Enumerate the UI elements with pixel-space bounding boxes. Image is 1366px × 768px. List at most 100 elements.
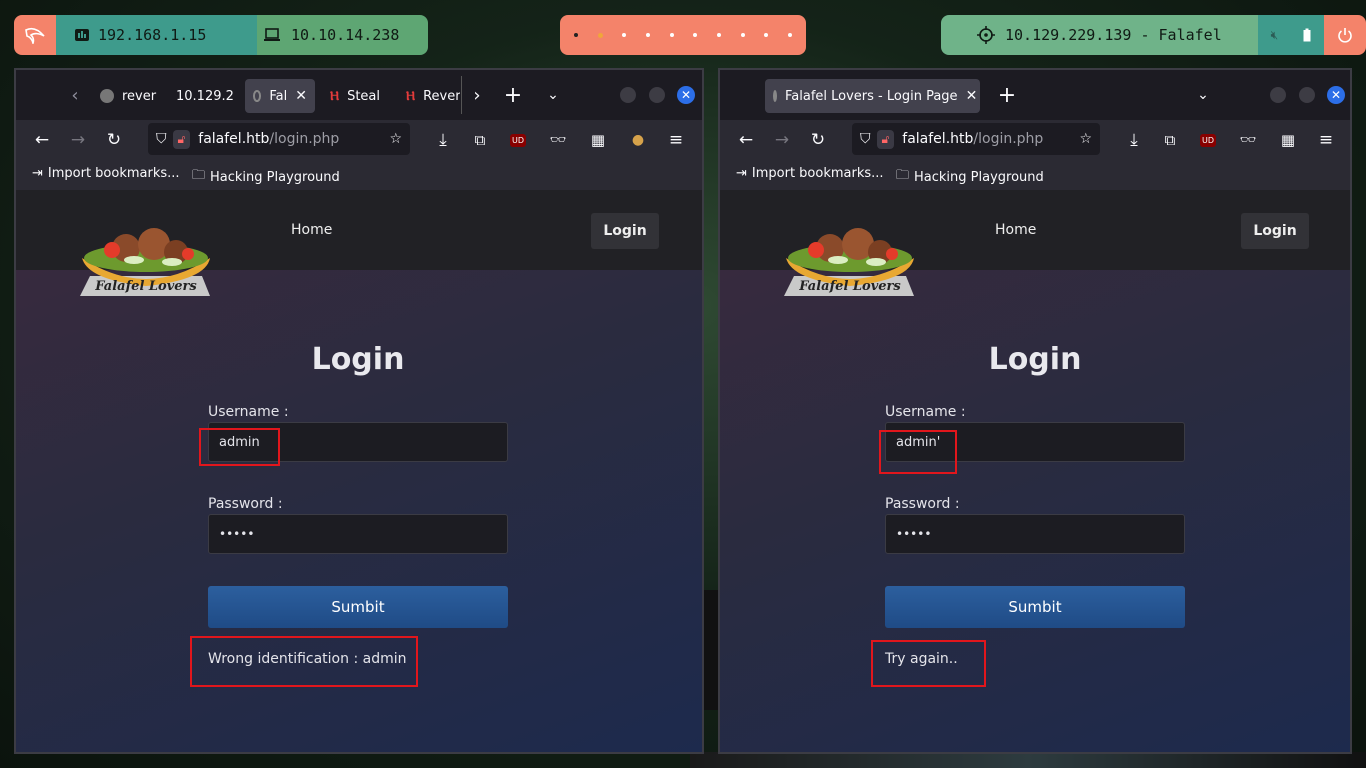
tab-label: Steal <box>347 88 381 104</box>
falafel-lovers-logo[interactable]: Falafel Lovers <box>76 220 216 300</box>
tab-label: rever <box>122 88 157 104</box>
hamburger-menu-icon[interactable]: ≡ <box>1314 128 1338 152</box>
tab-falafel-active[interactable]: Fal ✕ <box>245 79 315 113</box>
forward-arrow-icon[interactable]: → <box>66 128 90 152</box>
close-tab-icon[interactable]: ✕ <box>295 88 307 104</box>
kali-menu-button[interactable] <box>14 15 56 55</box>
password-input[interactable]: ••••• <box>208 514 508 554</box>
workspace-switcher[interactable] <box>560 15 806 55</box>
cookie-icon[interactable]: ● <box>626 128 650 152</box>
workspace-dot[interactable] <box>597 32 603 38</box>
qr-code-icon[interactable]: ▦ <box>586 128 610 152</box>
workspace-dot[interactable] <box>645 33 650 37</box>
workspace-dot[interactable] <box>764 33 769 37</box>
workspace-dot[interactable] <box>716 33 721 37</box>
url-host: falafel.htb <box>198 131 270 147</box>
minimize-window-button[interactable] <box>1270 87 1286 103</box>
maximize-window-button[interactable] <box>1299 87 1315 103</box>
downloads-icon[interactable]: ⤓ <box>431 128 455 152</box>
minimize-window-button[interactable] <box>620 87 636 103</box>
back-arrow-icon[interactable]: ← <box>30 128 54 152</box>
tab-label: Falafel Lovers - Login Page <box>785 88 958 104</box>
shield-icon: ⛉ <box>860 131 871 147</box>
bookmark-label: Import bookmarks... <box>47 166 180 181</box>
downloads-icon[interactable]: ⤓ <box>1122 128 1146 152</box>
hamburger-menu-icon[interactable]: ≡ <box>664 128 688 152</box>
reload-icon[interactable]: ↻ <box>806 128 830 152</box>
submit-button[interactable]: Sumbit <box>208 586 508 628</box>
ublock-origin-icon[interactable]: UD <box>506 128 530 152</box>
list-tabs-icon[interactable]: ⌄ <box>542 84 564 106</box>
list-tabs-icon[interactable]: ⌄ <box>1192 84 1214 106</box>
workspace-dot[interactable] <box>788 33 793 37</box>
highlight-box-username <box>879 430 957 474</box>
highlight-box-message <box>871 640 986 687</box>
volume-muted-icon[interactable]: 🔇︎ <box>1271 28 1279 43</box>
falafel-tab-icon <box>253 90 262 102</box>
close-window-button[interactable]: ✕ <box>677 86 695 104</box>
bookmark-label: Hacking Playground <box>914 169 1044 185</box>
vpn-ip-widget[interactable]: 10.10.14.238 <box>257 15 428 55</box>
folder-icon: 🗀 <box>896 168 910 183</box>
tab-htb-1[interactable]: Ⲏ Steal <box>330 79 396 113</box>
forward-arrow-icon[interactable]: → <box>770 128 794 152</box>
page-heading: Login <box>988 342 1082 377</box>
workspace-dot[interactable] <box>693 33 698 37</box>
web-page: Home Login Falafel Lovers Login Username… <box>720 190 1350 752</box>
vpn-ip-text: 10.10.14.238 <box>291 26 400 44</box>
local-ip-text: 192.168.1.15 <box>98 26 207 44</box>
workspace-dot[interactable] <box>669 33 674 37</box>
url-bar[interactable]: ⛉ 🔓︎ falafel.htb/login.php ☆ <box>148 123 410 155</box>
foxyproxy-icon[interactable]: 👓︎ <box>1236 128 1260 152</box>
nav-login-button[interactable]: Login <box>1241 213 1309 249</box>
workspace-dot[interactable] <box>573 33 578 37</box>
falafel-lovers-logo[interactable]: Falafel Lovers <box>780 220 920 300</box>
extensions-icon[interactable]: ⧉ <box>1158 128 1182 152</box>
import-icon: ⇥ <box>736 166 747 181</box>
reload-icon[interactable]: ↻ <box>102 128 126 152</box>
svg-text:Falafel Lovers: Falafel Lovers <box>94 279 197 294</box>
submit-button[interactable]: Sumbit <box>885 586 1185 628</box>
url-path: /login.php <box>973 131 1044 147</box>
nav-home-link[interactable]: Home <box>995 222 1036 238</box>
bookmark-folder-hacking-playground[interactable]: 🗀 Hacking Playground <box>192 166 340 188</box>
system-tray[interactable]: 🔇︎ <box>1258 15 1324 55</box>
tab-bar: ‹ rever 10.129.2 Fal ✕ Ⲏ Steal Ⲏ Rever ›… <box>16 70 702 120</box>
password-input[interactable]: ••••• <box>885 514 1185 554</box>
url-path: /login.php <box>269 131 340 147</box>
bookmark-star-icon[interactable]: ☆ <box>389 131 402 147</box>
close-window-button[interactable]: ✕ <box>1327 86 1345 104</box>
tab-label: 10.129.2 <box>176 88 234 104</box>
tab-falafel-active[interactable]: Falafel Lovers - Login Page ✕ <box>765 79 980 113</box>
crosshair-icon <box>977 26 995 44</box>
tab-htb-2[interactable]: Ⲏ Rever <box>406 79 460 113</box>
foxyproxy-icon[interactable]: 👓︎ <box>546 128 570 152</box>
scroll-tabs-left-icon[interactable]: ‹ <box>64 84 86 106</box>
extensions-icon[interactable]: ⧉ <box>468 128 492 152</box>
highlight-box-username <box>199 428 280 466</box>
nav-login-button[interactable]: Login <box>591 213 659 249</box>
tab-bar: Falafel Lovers - Login Page ✕ + ⌄ ✕ <box>720 70 1350 120</box>
nav-home-link[interactable]: Home <box>291 222 332 238</box>
close-tab-icon[interactable]: ✕ <box>966 88 978 104</box>
scroll-tabs-right-icon[interactable]: › <box>466 84 488 106</box>
power-button[interactable] <box>1324 15 1366 55</box>
bookmark-folder-hacking-playground[interactable]: 🗀 Hacking Playground <box>896 166 1044 188</box>
qr-code-icon[interactable]: ▦ <box>1276 128 1300 152</box>
maximize-window-button[interactable] <box>649 87 665 103</box>
target-widget[interactable]: 10.129.229.139 - Falafel <box>941 15 1258 55</box>
import-bookmarks-item[interactable]: ⇥ Import bookmarks... <box>736 166 884 181</box>
tab-ip[interactable]: 10.129.2 <box>176 79 238 113</box>
new-tab-icon[interactable]: + <box>502 83 524 108</box>
url-bar[interactable]: ⛉ 🔓︎ falafel.htb/login.php ☆ <box>852 123 1100 155</box>
local-ip-widget[interactable]: 192.168.1.15 <box>56 15 257 55</box>
tab-github[interactable]: rever <box>100 79 166 113</box>
nav-toolbar: ← → ↻ ⛉ 🔓︎ falafel.htb/login.php ☆ ⤓ ⧉ U… <box>16 120 702 158</box>
workspace-dot[interactable] <box>740 33 745 37</box>
back-arrow-icon[interactable]: ← <box>734 128 758 152</box>
import-bookmarks-item[interactable]: ⇥ Import bookmarks... <box>32 166 180 181</box>
new-tab-icon[interactable]: + <box>996 83 1018 108</box>
workspace-dot[interactable] <box>622 33 627 37</box>
bookmark-star-icon[interactable]: ☆ <box>1079 131 1092 147</box>
ublock-origin-icon[interactable]: UD <box>1196 128 1220 152</box>
